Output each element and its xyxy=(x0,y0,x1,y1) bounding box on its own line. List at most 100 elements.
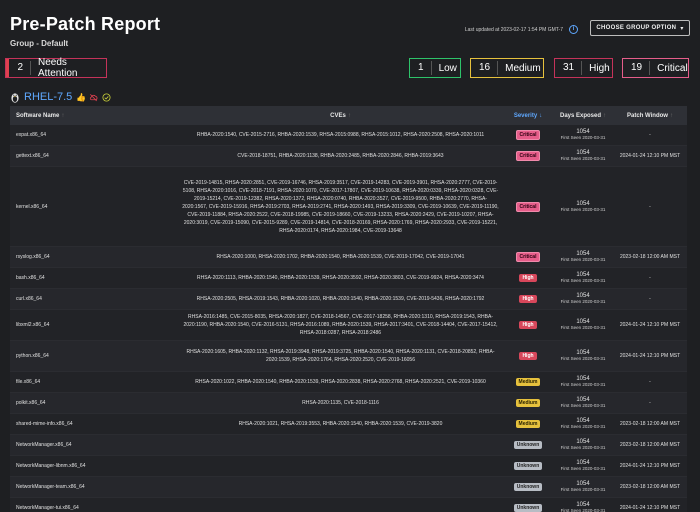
days-exposed-cell: 1054 First Seen 2020-03-31 xyxy=(553,439,613,451)
cve-list: RHSA-2020:1605, RHBA-2020:1132, RHSA-201… xyxy=(186,349,495,363)
info-icon[interactable]: i xyxy=(569,25,578,34)
first-seen: First Seen 2020-03-31 xyxy=(560,487,606,492)
page-title: Pre-Patch Report xyxy=(10,14,161,34)
days-exposed-cell: 1054 First Seen 2020-03-31 xyxy=(553,397,613,409)
first-seen: First Seen 2020-03-31 xyxy=(560,206,606,212)
software-name: kernel.x86_64 xyxy=(16,203,48,210)
severity-badge: Critical xyxy=(515,201,541,212)
page-subtitle: Group - Default xyxy=(10,39,69,48)
severity-badge: Unknown xyxy=(513,441,543,449)
table-row[interactable]: curl.x86_64 RHSA-2020:2505, RHSA-2019:154… xyxy=(10,289,687,310)
software-name: NetworkManager-team.x86_64 xyxy=(16,484,85,490)
stat-needs-attention[interactable]: 2 Needs Attention xyxy=(5,57,107,79)
patch-window: 2024-01-24 12:10 PM MST xyxy=(619,322,681,328)
cve-list: CVE-2018-18751, RHBA-2020:1138, RHBA-202… xyxy=(237,153,444,159)
first-seen: First Seen 2020-03-31 xyxy=(560,508,606,512)
table-row[interactable]: bash.x86_64 RHSA-2020:1113, RHBA-2020:154… xyxy=(10,268,687,289)
stat-count: 31 xyxy=(555,61,583,75)
patch-window: - xyxy=(649,400,651,406)
table-body: expat.x86_64 RHBA-2020:1540, CVE-2015-271… xyxy=(10,125,687,512)
patch-window: - xyxy=(649,296,651,302)
stat-low[interactable]: 1 Low xyxy=(409,58,461,78)
table-row[interactable]: kernel.x86_64 CVE-2019-14815, RHSA-2020:2… xyxy=(10,167,687,247)
table-header: Software Name ↑ CVEs ↑ Severity ↓ Days Expo… xyxy=(10,106,687,125)
table-row[interactable]: polkit.x86_64 RHSA-2020:1135, CVE-2018-11… xyxy=(10,393,687,414)
first-seen: First Seen 2020-03-31 xyxy=(560,257,606,262)
severity-badge: Medium xyxy=(515,378,541,386)
patch-window: - xyxy=(649,132,651,138)
first-seen: First Seen 2020-03-31 xyxy=(560,135,606,140)
severity-badge: Medium xyxy=(515,420,541,428)
table-row[interactable]: shared-mime-info.x86_64 RHSA-2020:1021, R… xyxy=(10,414,687,435)
cve-list xyxy=(178,485,503,489)
stat-label: High xyxy=(589,62,610,74)
stat-count: 1 xyxy=(410,61,432,75)
first-seen: First Seen 2020-03-31 xyxy=(560,382,606,387)
severity-cell: Medium xyxy=(503,399,553,407)
severity-badge: High xyxy=(519,274,537,282)
patch-window: 2023-02-18 12:00 AM MST xyxy=(619,442,681,448)
stat-high[interactable]: 31 High xyxy=(554,58,613,78)
stat-medium[interactable]: 16 Medium xyxy=(470,58,544,78)
first-seen: First Seen 2020-03-31 xyxy=(560,156,606,161)
linux-icon xyxy=(11,92,19,103)
software-name: rsyslog.x86_64 xyxy=(16,254,50,260)
cve-list: RHSA-2020:2505, RHSA-2019:1543, RHBA-202… xyxy=(196,296,485,302)
severity-badge: High xyxy=(519,295,537,303)
first-seen: First Seen 2020-03-31 xyxy=(560,466,606,471)
first-seen: First Seen 2020-03-31 xyxy=(560,278,606,283)
page-header: Pre-Patch Report Group - Default Last up… xyxy=(10,14,690,54)
days-exposed-cell: 1054 First Seen 2020-03-31 xyxy=(553,418,613,430)
severity-cell: Unknown xyxy=(503,504,553,512)
stat-label: Low xyxy=(438,62,457,74)
column-header-cves[interactable]: CVEs ↑ xyxy=(178,113,503,119)
cve-list: RHBA-2020:1540, CVE-2015-2716, RHBA-2020… xyxy=(196,132,485,138)
column-header-days-exposed[interactable]: Days Exposed ↑ xyxy=(553,113,613,119)
cve-list: RHSA-2020:1000, RHSA-2020:1702, RHBA-202… xyxy=(216,254,465,260)
cve-list: CVE-2019-14815, RHSA-2020:2851, CVE-2019… xyxy=(182,179,499,234)
days-exposed-cell: 1054 First Seen 2020-03-31 xyxy=(553,293,613,305)
cve-list xyxy=(178,443,503,447)
column-header-severity[interactable]: Severity ↓ xyxy=(503,113,553,119)
patch-window: 2023-02-18 12:00 AM MST xyxy=(619,254,681,260)
patch-window: - xyxy=(649,379,651,385)
table-row[interactable]: NetworkManager.x86_64 Unknown 1054 First Se… xyxy=(10,435,687,456)
column-header-patch-window[interactable]: Patch Window ↑ xyxy=(613,113,687,119)
sort-arrow-icon: ↑ xyxy=(61,112,65,119)
cve-list xyxy=(178,464,503,468)
software-name: NetworkManager-libnm.x86_64 xyxy=(16,463,86,469)
column-header-label: Patch Window xyxy=(627,112,668,119)
column-header-software-name[interactable]: Software Name ↑ xyxy=(10,113,178,119)
cve-list: RHSA-2020:1022, RHBA-2020:1540, RHBA-202… xyxy=(195,379,486,385)
check-circle-icon[interactable] xyxy=(102,92,111,102)
thumbs-up-icon[interactable]: 👍 xyxy=(76,93,86,102)
patch-window: 2024-01-24 12:10 PM MST xyxy=(619,153,681,159)
stat-count: 2 xyxy=(9,61,32,75)
table-row[interactable]: python.x86_64 RHSA-2020:1605, RHBA-2020:1… xyxy=(10,341,687,372)
choose-group-button[interactable]: CHOOSE GROUP OPTION ▾ xyxy=(590,20,690,36)
table-row[interactable]: NetworkManager-tui.x86_64 Unknown 1054 Firs… xyxy=(10,498,687,512)
table-row[interactable]: rsyslog.x86_64 RHSA-2020:1000, RHSA-2020:… xyxy=(10,247,687,268)
cloud-off-icon[interactable] xyxy=(89,93,98,102)
severity-badge: Unknown xyxy=(513,504,543,512)
stat-count: 19 xyxy=(623,61,651,75)
stat-critical[interactable]: 19 Critical xyxy=(622,58,689,78)
severity-cell: Unknown xyxy=(503,462,553,470)
first-seen: First Seen 2020-03-31 xyxy=(560,299,606,304)
first-seen: First Seen 2020-03-31 xyxy=(560,424,606,429)
os-name[interactable]: RHEL-7.5 xyxy=(24,91,72,103)
severity-cell: Medium xyxy=(503,378,553,386)
table-row[interactable]: libxml2.x86_64 RHSA-2016:1485, CVE-2015-8… xyxy=(10,310,687,341)
table-row[interactable]: gettext.x86_64 CVE-2018-18751, RHBA-2020:… xyxy=(10,146,687,167)
severity-badge: Unknown xyxy=(513,462,543,470)
table-row[interactable]: file.x86_64 RHSA-2020:1022, RHBA-2020:154… xyxy=(10,372,687,393)
patch-window: 2024-01-24 12:10 PM MST xyxy=(619,505,681,511)
severity-badge: Critical xyxy=(515,130,541,140)
table-row[interactable]: NetworkManager-team.x86_64 Unknown 1054 Fir… xyxy=(10,477,687,498)
table-row[interactable]: expat.x86_64 RHBA-2020:1540, CVE-2015-271… xyxy=(10,125,687,146)
cve-list xyxy=(178,506,503,510)
patch-table: Software Name ↑ CVEs ↑ Severity ↓ Days Expo… xyxy=(10,106,687,512)
table-row[interactable]: NetworkManager-libnm.x86_64 Unknown 1054 Fi… xyxy=(10,456,687,477)
software-name: curl.x86_64 xyxy=(16,296,42,302)
software-name: libxml2.x86_64 xyxy=(16,322,50,328)
